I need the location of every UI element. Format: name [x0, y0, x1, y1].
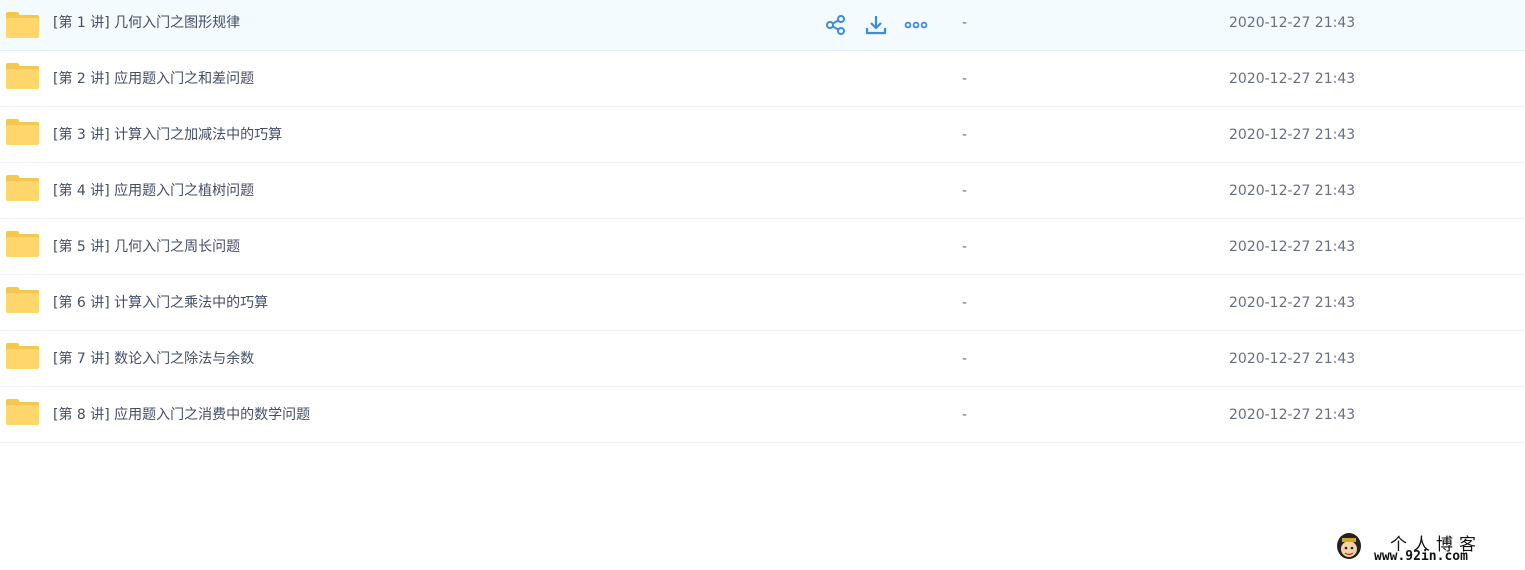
file-date: 2020-12-27 21:43 — [1229, 127, 1356, 143]
file-name[interactable]: [第 3 讲] 计算入门之加减法中的巧算 — [53, 107, 282, 163]
file-name[interactable]: [第 6 讲] 计算入门之乘法中的巧算 — [53, 275, 268, 331]
file-row[interactable]: [第 6 讲] 计算入门之乘法中的巧算 - 2020-12-27 21:43 — [0, 275, 1525, 331]
file-list: [第 1 讲] 几何入门之图形规律 - 2020-12-27 21:43 [第 … — [0, 0, 1525, 443]
file-size: - — [962, 71, 968, 87]
folder-icon — [6, 63, 39, 89]
file-date: 2020-12-27 21:43 — [1229, 351, 1356, 367]
file-date: 2020-12-27 21:43 — [1229, 407, 1356, 423]
share-icon[interactable] — [824, 13, 848, 37]
file-date: 2020-12-27 21:43 — [1229, 295, 1356, 311]
file-row[interactable]: [第 8 讲] 应用题入门之消费中的数学问题 - 2020-12-27 21:4… — [0, 387, 1525, 443]
file-name[interactable]: [第 8 讲] 应用题入门之消费中的数学问题 — [53, 387, 310, 443]
more-icon[interactable] — [904, 13, 928, 37]
row-actions — [824, 13, 928, 37]
file-name[interactable]: [第 1 讲] 几何入门之图形规律 — [53, 0, 240, 46]
cartoon-avatar-icon — [1337, 533, 1361, 559]
file-name[interactable]: [第 4 讲] 应用题入门之植树问题 — [53, 163, 254, 219]
file-size: - — [962, 15, 968, 31]
folder-icon — [6, 175, 39, 201]
file-size: - — [962, 127, 968, 143]
folder-icon — [6, 12, 39, 38]
folder-icon — [6, 343, 39, 369]
download-icon[interactable] — [864, 13, 888, 37]
folder-icon — [6, 119, 39, 145]
file-size: - — [962, 295, 968, 311]
file-row[interactable]: [第 2 讲] 应用题入门之和差问题 - 2020-12-27 21:43 — [0, 51, 1525, 107]
watermark-url: www.92in.com — [1374, 549, 1468, 564]
folder-icon — [6, 231, 39, 257]
folder-icon — [6, 399, 39, 425]
blog-watermark: 个人博客 www.92in.com — [1334, 530, 1514, 566]
file-date: 2020-12-27 21:43 — [1229, 183, 1356, 199]
file-size: - — [962, 239, 968, 255]
file-row[interactable]: [第 1 讲] 几何入门之图形规律 - 2020-12-27 21:43 — [0, 0, 1525, 51]
file-date: 2020-12-27 21:43 — [1229, 15, 1356, 31]
file-date: 2020-12-27 21:43 — [1229, 239, 1356, 255]
file-row[interactable]: [第 5 讲] 几何入门之周长问题 - 2020-12-27 21:43 — [0, 219, 1525, 275]
file-row[interactable]: [第 4 讲] 应用题入门之植树问题 - 2020-12-27 21:43 — [0, 163, 1525, 219]
file-size: - — [962, 407, 968, 423]
file-name[interactable]: [第 5 讲] 几何入门之周长问题 — [53, 219, 240, 275]
file-size: - — [962, 183, 968, 199]
file-date: 2020-12-27 21:43 — [1229, 71, 1356, 87]
file-name[interactable]: [第 7 讲] 数论入门之除法与余数 — [53, 331, 254, 387]
folder-icon — [6, 287, 39, 313]
file-size: - — [962, 351, 968, 367]
file-row[interactable]: [第 7 讲] 数论入门之除法与余数 - 2020-12-27 21:43 — [0, 331, 1525, 387]
file-name[interactable]: [第 2 讲] 应用题入门之和差问题 — [53, 51, 254, 107]
file-row[interactable]: [第 3 讲] 计算入门之加减法中的巧算 - 2020-12-27 21:43 — [0, 107, 1525, 163]
